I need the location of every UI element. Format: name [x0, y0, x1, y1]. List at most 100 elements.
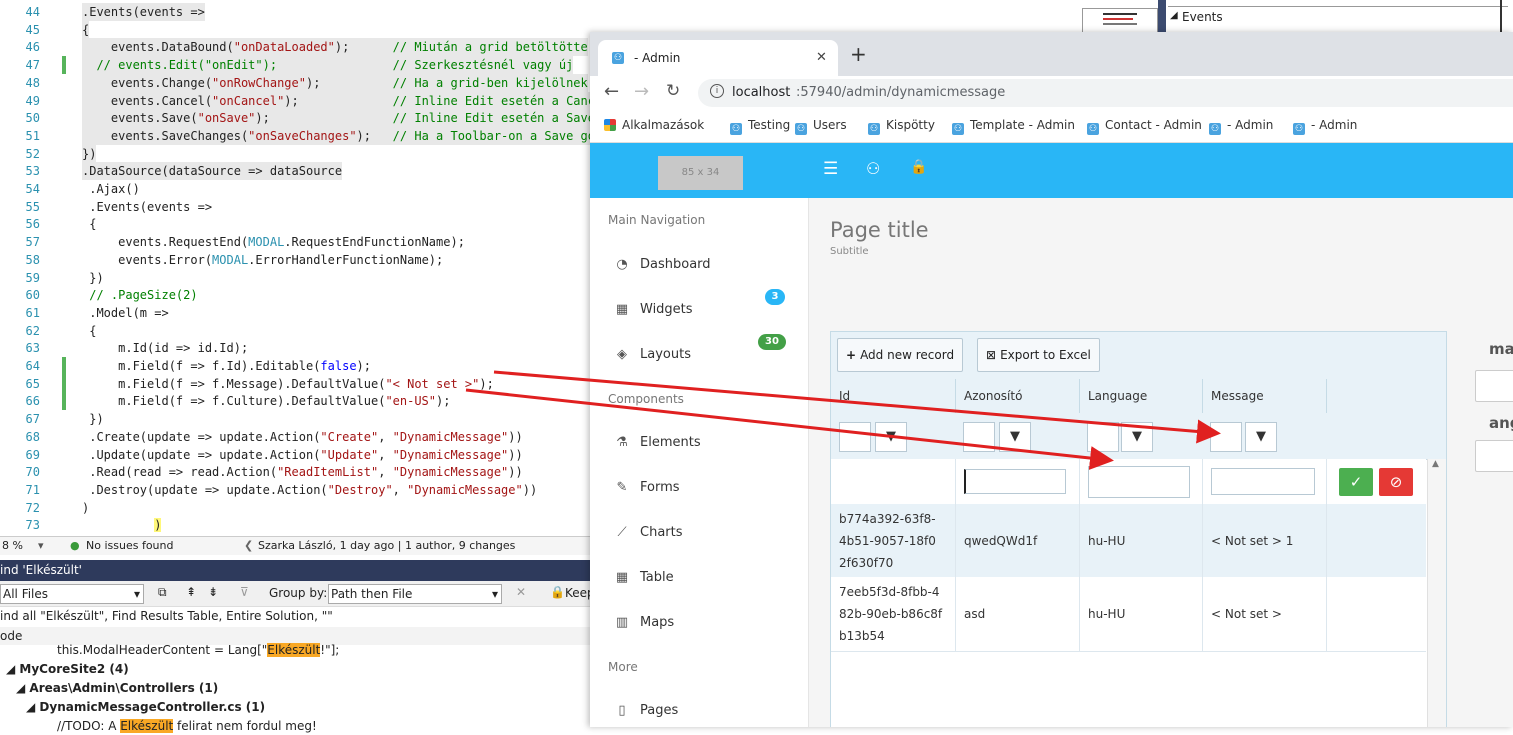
column-header-id[interactable]: Id	[831, 379, 955, 413]
sidebar-item-table[interactable]: ▦ Table	[614, 570, 674, 585]
result-line[interactable]: //TODO: A Elkészült felirat nem fordul m…	[57, 717, 317, 735]
azonosito-edit-input[interactable]	[964, 469, 1066, 494]
filter-icon[interactable]: ▼	[875, 422, 907, 452]
table-row[interactable]: 7eeb5f3d-8fbb-482b-90eb-b86c8fb13b54 asd…	[831, 577, 1426, 652]
tree-node-folder[interactable]: ◢ Areas\Admin\Controllers (1)	[16, 679, 218, 697]
sidebar-item-maps[interactable]: ▥ Maps	[614, 615, 674, 630]
url-field[interactable]: i localhost :57940/admin/dynamicmessage	[698, 79, 1513, 107]
bookmark-users[interactable]: ⚇ Users	[795, 118, 847, 135]
code-line[interactable]: 65 m.Field(f => f.Message).DefaultValue(…	[0, 374, 600, 393]
filter-input-message[interactable]	[1210, 422, 1242, 452]
issues-status[interactable]: No issues found	[86, 537, 173, 555]
bookmark-admin[interactable]: ⚇ - Admin	[1209, 118, 1273, 135]
info-icon[interactable]: i	[710, 84, 724, 98]
scope-select[interactable]: All Files ▾	[0, 584, 144, 604]
group-by-select[interactable]: Path then File ▾	[328, 584, 502, 604]
code-line[interactable]: 55 .Events(events =>	[0, 198, 600, 216]
panel-splitter[interactable]	[1158, 0, 1166, 35]
filter-icon[interactable]: ▼	[1245, 422, 1277, 452]
tree-node-solution[interactable]: ◢ MyCoreSite2 (4)	[6, 660, 129, 678]
sidebar-item-charts[interactable]: ⟋ Charts	[614, 525, 682, 540]
sidebar-item-elements[interactable]: ⚗ Elements	[614, 435, 700, 450]
code-line[interactable]: 49 events.Cancel("onCancel"); // Inline …	[0, 91, 600, 110]
message-edit-input[interactable]	[1211, 468, 1315, 495]
code-line[interactable]: 46 events.DataBound("onDataLoaded"); // …	[0, 38, 600, 57]
code-line[interactable]: 57 events.RequestEnd(MODAL.RequestEndFun…	[0, 233, 600, 251]
bookmark-kispotty[interactable]: ⚇ Kispötty	[868, 118, 935, 135]
tree-node-file[interactable]: ◢ DynamicMessageController.cs (1)	[26, 698, 265, 716]
code-line[interactable]: 63 m.Id(id => id.Id);	[0, 339, 600, 357]
code-line[interactable]: 71 .Destroy(update => update.Action("Des…	[0, 481, 600, 499]
new-tab-button[interactable]: +	[850, 42, 867, 66]
zoom-level[interactable]: 8 %	[2, 537, 23, 555]
reload-icon[interactable]: ↻	[666, 81, 680, 101]
sidebar-item-pages[interactable]: ▯ Pages	[614, 703, 678, 718]
export-excel-button[interactable]: ⊠ Export to Excel	[977, 338, 1100, 372]
bookmark-testing[interactable]: ⚇ Testing	[730, 118, 790, 135]
save-row-button[interactable]: ✓	[1339, 467, 1373, 496]
sidebar-item-forms[interactable]: ✎ Forms	[614, 480, 680, 495]
code-line[interactable]: 73 )	[0, 516, 600, 534]
table-row[interactable]: b774a392-63f8-4b51-9057-18f02f630f70 qwe…	[831, 504, 1426, 578]
bookmark-template-admin[interactable]: ⚇ Template - Admin	[952, 118, 1075, 135]
code-line[interactable]: 56 {	[0, 215, 600, 233]
filter-icon[interactable]: ▼	[1121, 422, 1153, 452]
right-input-2[interactable]	[1475, 440, 1513, 472]
close-icon[interactable]: ✕	[516, 585, 526, 599]
grid-scrollbar[interactable]: ▲	[1427, 459, 1446, 727]
code-line[interactable]: 58 events.Error(MODAL.ErrorHandlerFuncti…	[0, 251, 600, 269]
scroll-up-icon[interactable]: ▲	[1432, 459, 1439, 469]
browser-tab[interactable]: ⚇ - Admin ✕	[598, 40, 838, 76]
code-line[interactable]: 44 .Events(events =>	[0, 3, 600, 21]
code-line[interactable]: 51 events.SaveChanges("onSaveChanges"); …	[0, 126, 600, 145]
code-line[interactable]: 52})	[0, 144, 600, 163]
sidebar-item-layouts[interactable]: ◈ Layouts	[614, 347, 691, 362]
column-header-message[interactable]: Message	[1202, 379, 1326, 413]
code-line[interactable]: 62 {	[0, 322, 600, 340]
copy-icon[interactable]: ⧉	[158, 585, 167, 600]
code-line[interactable]: 66 m.Field(f => f.Culture).DefaultValue(…	[0, 392, 600, 411]
code-line[interactable]: 69 .Update(update => update.Action("Upda…	[0, 446, 600, 464]
chevron-down-icon[interactable]: ▾	[38, 537, 44, 555]
code-line[interactable]: 64 m.Field(f => f.Id).Editable(false);	[0, 357, 600, 375]
code-line[interactable]: 54 .Ajax()	[0, 180, 600, 198]
filter-icon[interactable]: ▼	[999, 422, 1031, 452]
clear-filter-icon[interactable]: ⊽	[240, 585, 249, 599]
code-line[interactable]: 67 })	[0, 410, 600, 428]
lock-icon[interactable]: 🔒	[910, 159, 927, 175]
filter-input-azonosito[interactable]	[963, 422, 995, 452]
code-line[interactable]: 53 .DataSource(dataSource => dataSource	[0, 162, 600, 181]
code-line[interactable]: 70 .Read(read => read.Action("ReadItemLi…	[0, 463, 600, 481]
code-line[interactable]: 72)	[0, 499, 600, 517]
column-header-language[interactable]: Language	[1079, 379, 1202, 413]
prev-result-icon[interactable]: ⇞	[186, 585, 196, 599]
sidebar-item-widgets[interactable]: ▦ Widgets	[614, 302, 693, 317]
code-line[interactable]: 50 events.Save("onSave"); // Inline Edit…	[0, 109, 600, 128]
bookmark-admin-2[interactable]: ⚇ - Admin	[1293, 118, 1357, 135]
cancel-row-button[interactable]: ⊘	[1379, 467, 1413, 496]
right-input-1[interactable]	[1475, 370, 1513, 402]
bookmark-apps[interactable]: Alkalmazások	[604, 118, 704, 132]
code-line[interactable]: 68 .Create(update => update.Action("Crea…	[0, 428, 600, 446]
code-line[interactable]: 47 // events.Edit("onEdit"); // Szerkesz…	[0, 56, 600, 75]
bookmark-contact-admin[interactable]: ⚇ Contact - Admin	[1087, 118, 1202, 135]
forward-icon[interactable]: →	[634, 81, 649, 102]
menu-icon[interactable]: ☰	[823, 159, 838, 179]
code-line[interactable]: 61 .Model(m =>	[0, 304, 600, 322]
filter-input-id[interactable]	[839, 422, 871, 452]
back-icon[interactable]: ←	[604, 81, 619, 102]
code-line[interactable]: 60 // .PageSize(2)	[0, 286, 600, 304]
code-line[interactable]: 59 })	[0, 269, 600, 287]
code-line[interactable]: 45 {	[0, 20, 600, 39]
git-blame-info[interactable]: Szarka László, 1 day ago | 1 author, 9 c…	[258, 537, 515, 555]
sidebar-item-dashboard[interactable]: ◔ Dashboard	[614, 257, 710, 272]
code-line[interactable]: 48 events.Change("onRowChange"); // Ha a…	[0, 73, 600, 92]
user-icon[interactable]: ⚇	[866, 159, 880, 178]
collapse-icon[interactable]: ◢	[1170, 10, 1178, 21]
column-header-azonosito[interactable]: Azonosító	[955, 379, 1079, 413]
filter-input-language[interactable]	[1087, 422, 1119, 452]
add-record-button[interactable]: + Add new record	[837, 338, 964, 372]
result-line[interactable]: this.ModalHeaderContent = Lang["Elkészül…	[57, 641, 339, 659]
close-tab-icon[interactable]: ✕	[816, 50, 827, 65]
language-edit-input[interactable]	[1088, 465, 1190, 498]
